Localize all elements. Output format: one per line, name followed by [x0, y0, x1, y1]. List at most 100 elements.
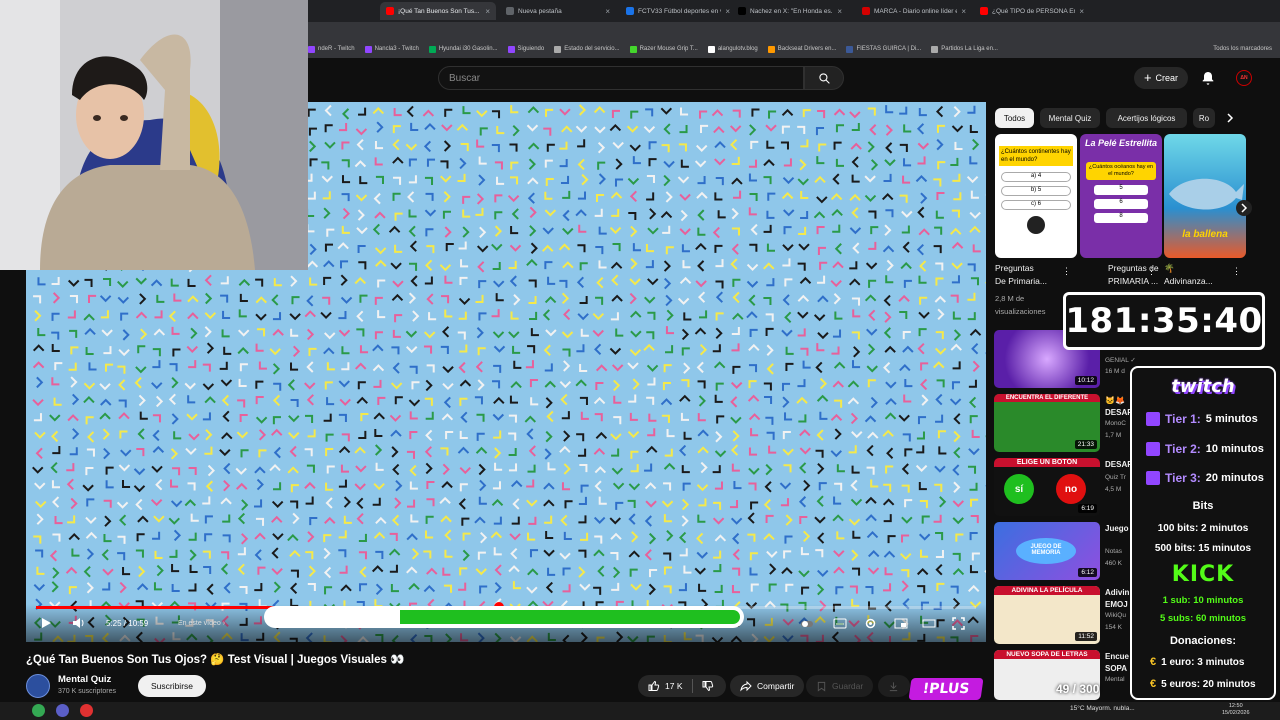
chips-next-icon[interactable] [1224, 112, 1236, 124]
tab-close-icon[interactable]: × [725, 7, 730, 16]
bookmark-item[interactable]: FIESTAS GUIRCA | Di... [846, 45, 921, 53]
bookmark-item[interactable]: Siguiendo [507, 45, 544, 53]
short-1-title-line2: De Primaria... [995, 276, 1047, 286]
short-thumbnail-3[interactable]: la ballena [1164, 134, 1246, 258]
chrome-taskbar-icon[interactable] [32, 704, 45, 717]
tab-close-icon[interactable]: × [605, 7, 610, 16]
video-4-label: JUEGO DE MEMORIA [1016, 538, 1076, 564]
search-input[interactable]: Buscar [438, 66, 804, 90]
share-button[interactable]: Compartir [730, 675, 805, 697]
bookmark-item[interactable]: Hyundai i30 Gasolin... [428, 45, 498, 53]
bookmark-label: ndeR - Twitch [318, 46, 355, 52]
browser-tab[interactable]: Nachez en X: "En Honda es... × [732, 2, 848, 20]
weather-status[interactable]: 15°C Mayorm. nubla... [1070, 705, 1135, 712]
bookmark-label: Hyundai i30 Gasolin... [438, 46, 498, 52]
short-1-views-label: visualizaciones [995, 307, 1046, 316]
short-2-brand: La Pelé Estrellita [1084, 138, 1158, 148]
settings-gear-icon[interactable] [864, 617, 877, 630]
short-1-option-a: a) 4 [1001, 172, 1071, 182]
video-4-title[interactable]: Juego [1105, 524, 1129, 533]
bookmark-item[interactable]: Estado del servicio... [554, 45, 620, 53]
short-3-title[interactable]: 🌴 Adivinanza... [1164, 262, 1213, 288]
save-button[interactable]: Guardar [806, 675, 874, 697]
short-3-more-icon[interactable]: ⋮ [1232, 266, 1241, 277]
short-1-option-b: b) 5 [1001, 186, 1071, 196]
video-thumbnail-3[interactable]: ELIGE UN BOTÓN sí no 6:19 [994, 458, 1100, 516]
kick-logo: KICK [1171, 562, 1235, 587]
browser-tab[interactable]: MARCA - Diario online líder en...× [856, 2, 972, 20]
tier-3-value: 20 minutos [1205, 472, 1264, 484]
browser-tab[interactable]: FCTV33 Fútbol deportes en vi... × [620, 2, 736, 20]
video-3-title[interactable]: DESAF [1105, 460, 1132, 469]
tab-close-icon[interactable]: × [485, 7, 490, 16]
short-thumbnail-1[interactable]: ¿Cuántos continentes hay en el mundo? a)… [995, 134, 1077, 258]
kick-line-2: 5 subs: 60 minutos [1159, 613, 1247, 624]
tab-favicon [738, 7, 746, 15]
video-2-title-line1[interactable]: 🐱🦊 [1105, 396, 1125, 405]
shorts-next-icon[interactable] [1236, 200, 1252, 216]
chapter-link[interactable]: En este vídeo › [178, 620, 225, 627]
browser-tab[interactable]: ¿Qué TIPO de PERSONA Eres?× [974, 2, 1090, 20]
bookmark-label: Nancla3 - Twitch [374, 46, 419, 52]
donations-heading: Donaciones: [1169, 635, 1236, 647]
bookmarks-bar: ndeR - Twitch Nancla3 - Twitch Hyundai i30… [300, 40, 1280, 58]
video-thumbnail-5[interactable]: ADIVINA LA PELÍCULA 11:52 [994, 586, 1100, 644]
create-button[interactable]: + Crear [1134, 67, 1188, 89]
channel-avatar[interactable] [26, 674, 50, 698]
tab-close-icon[interactable]: × [961, 7, 966, 16]
bookmark-item[interactable]: Razer Mouse Grip T... [629, 45, 698, 53]
fullscreen-icon[interactable] [952, 617, 965, 630]
bookmark-item[interactable]: alangulotv.blog [707, 45, 758, 53]
video-6-title-line2[interactable]: SOPA [1105, 664, 1127, 673]
browser-tab[interactable]: ¡Qué Tan Buenos Son Tus... × [380, 2, 496, 20]
bookmark-item[interactable]: Nancla3 - Twitch [364, 45, 419, 53]
short-1-title[interactable]: Preguntas De Primaria... [995, 262, 1047, 288]
chip-ro[interactable]: Ro [1193, 108, 1215, 128]
short-1-more-icon[interactable]: ⋮ [1062, 266, 1071, 277]
browser-tab[interactable]: Nueva pestaña × [500, 2, 616, 20]
bookmark-item[interactable]: ndeR - Twitch [308, 45, 355, 53]
video-thumbnail-2[interactable]: ENCUENTRA EL DIFERENTE 21:33 [994, 394, 1100, 452]
tab-favicon [386, 7, 394, 15]
account-avatar[interactable]: ΔN [1236, 70, 1252, 86]
tab-close-icon[interactable]: × [1079, 7, 1084, 16]
like-count: 17 K [665, 681, 683, 691]
chip-mental-quiz[interactable]: Mental Quiz [1040, 108, 1100, 128]
play-icon[interactable] [40, 617, 52, 629]
search-button[interactable] [804, 66, 844, 90]
volume-icon[interactable] [72, 617, 85, 629]
theater-mode-icon[interactable] [922, 618, 936, 629]
bookmark-label: alangulotv.blog [717, 46, 758, 52]
short-2-more-icon[interactable]: ⋮ [1147, 266, 1156, 277]
subtitles-icon[interactable] [833, 618, 847, 629]
all-bookmarks[interactable]: Todos los marcadores [1213, 46, 1280, 52]
duration-badge: 6:19 [1078, 504, 1097, 513]
subscriber-count: 370 K suscriptores [58, 688, 116, 695]
bookmark-favicon [428, 45, 436, 53]
chip-acertijos-logicos[interactable]: Acertijos lógicos [1106, 108, 1187, 128]
chip-todos[interactable]: Todos [995, 108, 1034, 128]
video-2-title-line2[interactable]: DESAF [1105, 408, 1132, 417]
subscribe-button[interactable]: Suscribirse [138, 675, 206, 697]
video-thumbnail-4[interactable]: JUEGO DE MEMORIA 6:12 [994, 522, 1100, 580]
notifications-bell-icon[interactable] [1200, 70, 1216, 86]
system-clock[interactable]: 12:50 15/02/2026 [1222, 703, 1250, 717]
app-taskbar-icon[interactable] [56, 704, 69, 717]
channel-name[interactable]: Mental Quiz [58, 674, 111, 685]
like-dislike-button[interactable]: 17 K [638, 675, 726, 697]
autoplay-icon[interactable] [801, 619, 813, 629]
bookmark-item[interactable]: Partidos La Liga en... [931, 45, 998, 53]
video-2-banner: ENCUENTRA EL DIFERENTE [994, 394, 1100, 402]
short-thumbnail-2[interactable]: La Pelé Estrellita ¿Cuántos océanos hay … [1080, 134, 1162, 258]
obs-taskbar-icon[interactable] [80, 704, 93, 717]
video-5-channel: WikiQu [1105, 612, 1126, 619]
video-5-title-line1[interactable]: Adivin [1105, 588, 1129, 597]
download-button[interactable] [878, 675, 910, 697]
tier-3-row: Tier 3: 20 minutos [1146, 471, 1264, 485]
whale-illustration [1169, 178, 1244, 210]
video-5-title-line2[interactable]: EMOJ [1105, 600, 1128, 609]
video-6-title-line1[interactable]: Encue [1105, 652, 1129, 661]
tab-close-icon[interactable]: × [837, 7, 842, 16]
bookmark-item[interactable]: Backseat Drivers en... [767, 45, 836, 53]
miniplayer-icon[interactable] [894, 618, 908, 629]
